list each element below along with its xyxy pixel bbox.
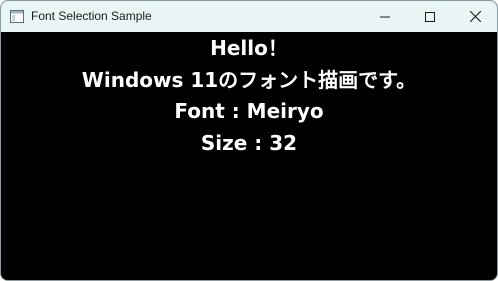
window-title: Font Selection Sample [31, 9, 152, 23]
close-icon [469, 11, 481, 22]
greeting-text: Hello！ [210, 36, 288, 60]
minimize-icon [380, 16, 390, 17]
app-window: Font Selection Sample Hello！ Windows 11の… [0, 0, 498, 281]
minimize-button[interactable] [362, 1, 408, 32]
maximize-icon [425, 11, 435, 22]
font-name-text: Font : Meiryo [174, 99, 324, 123]
close-button[interactable] [452, 1, 497, 32]
title-bar[interactable]: Font Selection Sample [1, 1, 497, 32]
client-area: Hello！ Windows 11のフォント描画です。 Font : Meiry… [1, 32, 497, 280]
app-window-icon [10, 10, 24, 23]
description-text: Windows 11のフォント描画です。 [81, 68, 417, 92]
font-size-text: Size : 32 [200, 131, 298, 155]
maximize-button[interactable] [407, 1, 453, 32]
